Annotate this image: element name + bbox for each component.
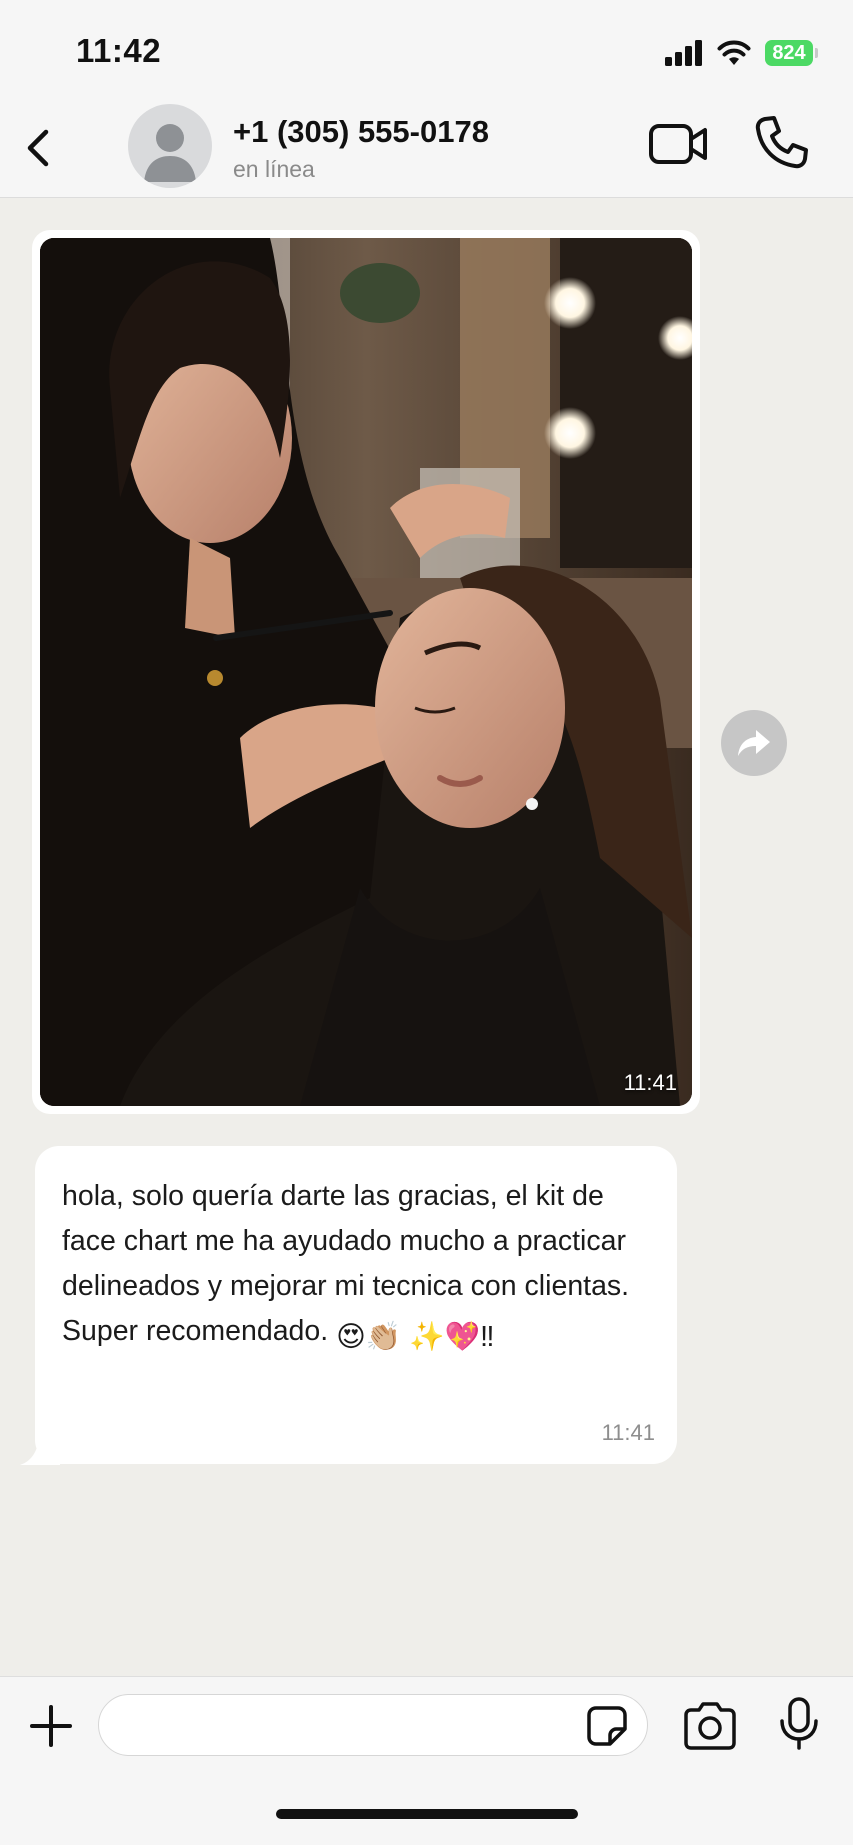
message-composer <box>0 1676 853 1845</box>
message-emojis: 😍👏🏼 ✨💖‼ <box>336 1321 495 1353</box>
text-message[interactable]: hola, solo quería darte las gracias, el … <box>35 1146 677 1464</box>
status-bar: 11:42 824 <box>0 0 853 100</box>
sticker-icon[interactable] <box>586 1705 628 1747</box>
wifi-icon <box>717 40 751 65</box>
battery-level: 824 <box>772 41 806 64</box>
signal-icon <box>665 40 702 66</box>
message-timestamp: 11:41 <box>601 1420 655 1445</box>
microphone-icon[interactable] <box>778 1697 820 1751</box>
status-time: 11:42 <box>76 32 162 69</box>
avatar-placeholder-icon <box>144 124 196 182</box>
contact-status: en línea <box>233 156 315 182</box>
message-text: hola, solo quería darte las gracias, el … <box>62 1174 652 1360</box>
battery-icon: 824 <box>765 40 818 66</box>
camera-icon[interactable] <box>682 1701 738 1751</box>
message-input[interactable] <box>98 1694 648 1756</box>
contact-name[interactable]: +1 (305) 555-0178 <box>233 114 489 150</box>
image-timestamp: 11:41 <box>623 1070 677 1095</box>
forward-button[interactable] <box>721 710 787 776</box>
back-chevron-icon[interactable] <box>14 122 64 174</box>
status-icons: 824 <box>665 36 818 70</box>
chat-header: +1 (305) 555-0178 en línea <box>0 100 853 198</box>
home-indicator[interactable] <box>276 1809 578 1819</box>
chat-area[interactable]: 11:41 hola, solo quería darte las gracia… <box>0 198 853 1676</box>
avatar[interactable] <box>128 104 212 188</box>
image-message[interactable]: 11:41 <box>32 230 700 1114</box>
makeup-artist-photo <box>40 238 692 1106</box>
video-call-icon[interactable] <box>648 118 710 172</box>
forward-arrow-icon <box>738 730 770 756</box>
phone-call-icon[interactable] <box>752 114 810 172</box>
message-photo[interactable]: 11:41 <box>40 238 692 1106</box>
plus-icon[interactable] <box>28 1703 74 1749</box>
